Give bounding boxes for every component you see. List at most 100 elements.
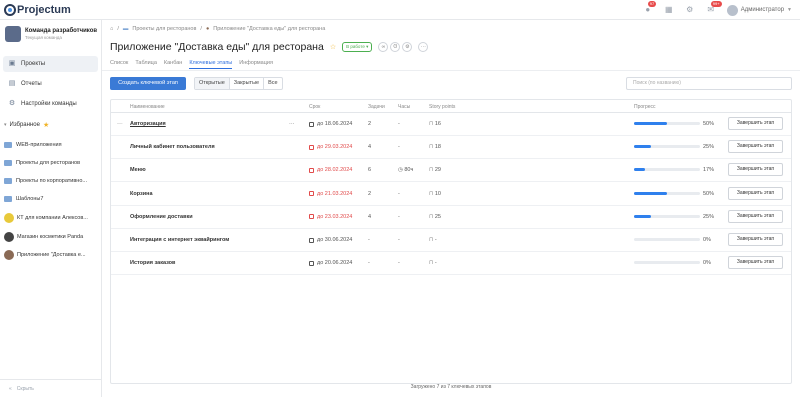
finish-milestone-button[interactable]: Завершить этап [728, 140, 783, 154]
team-avatar [5, 26, 21, 42]
filter-closed[interactable]: Закрытые [230, 78, 265, 89]
finish-milestone-button[interactable]: Завершить этап [728, 209, 783, 223]
progress-bar [634, 168, 700, 172]
favorite-item[interactable]: Приложение "Доставка е... [4, 248, 98, 262]
milestone-name[interactable]: Интеграция с интернет эквайрингом [130, 237, 229, 243]
tab-table[interactable]: Таблица [135, 60, 157, 69]
milestone-name[interactable]: Оформление доставки [130, 214, 193, 220]
filter-all[interactable]: Все [264, 78, 281, 89]
hours: - [398, 260, 400, 267]
hide-sidebar-button[interactable]: « Скрыть [0, 379, 101, 397]
create-milestone-button[interactable]: Создать ключевой этап [110, 77, 186, 90]
header-hours[interactable]: Часы [398, 104, 410, 110]
page-title-row: Приложение "Доставка еды" для ресторана … [110, 41, 429, 53]
project-avatar [4, 250, 14, 260]
finish-milestone-button[interactable]: Завершить этап [728, 117, 783, 130]
hours: ◷ 80ч [398, 167, 414, 174]
story-points: ⊓ 25 [429, 213, 441, 220]
tab-info[interactable]: Информация [239, 60, 273, 69]
table-row[interactable]: Меню до 28.02.2024 6 ◷ 80ч ⊓ 29 17% Завершить … [111, 159, 791, 183]
gear-icon[interactable]: ⚙ [685, 5, 695, 15]
breadcrumb-item[interactable]: Приложение "Доставка еды" для ресторана [213, 26, 325, 32]
page-title: Приложение "Доставка еды" для ресторана [110, 41, 324, 53]
team-name: Команда разработчиков [25, 28, 98, 34]
sidebar: Команда разработчиков Текущая команда ▣ … [0, 20, 102, 397]
folder-icon [4, 178, 12, 184]
deadline[interactable]: до 29.03.2024 [309, 144, 352, 150]
sidebar-item-projects[interactable]: ▣ Проекты [3, 56, 98, 72]
favorite-item[interactable]: Шаблоны7 [4, 192, 98, 206]
calendar-icon [309, 144, 314, 150]
table-row[interactable]: Интеграция с интернет эквайрингом до 30.0… [111, 229, 791, 252]
progress-percent: 17% [703, 167, 715, 174]
progress-percent: 0% [703, 237, 711, 243]
deadline[interactable]: до 23.03.2024 [309, 214, 352, 220]
header-name[interactable]: Наименование [130, 104, 165, 110]
header-story-points[interactable]: Story points [429, 104, 455, 110]
home-icon[interactable]: ⌂ [110, 26, 113, 32]
favorites-header[interactable]: ▾ Избранное ★ [4, 121, 49, 129]
more-icon[interactable]: ··· [289, 121, 295, 127]
header-deadline[interactable]: Срок [309, 104, 320, 110]
progress-bar [634, 145, 700, 149]
table-row[interactable]: Личный кабинет пользователя до 29.03.2024… [111, 136, 791, 160]
table-row[interactable]: История заказов до 20.06.2024 - - ⊓ - 0% Завер… [111, 252, 791, 276]
team-switcher[interactable]: Команда разработчиков Текущая команда [5, 26, 97, 42]
sidebar-item-reports[interactable]: ▤ Отчеты [3, 76, 98, 92]
status-badge[interactable]: В работе ▾ [342, 42, 373, 52]
deadline[interactable]: до 20.06.2024 [309, 260, 352, 266]
filter-open[interactable]: Открытые [195, 78, 230, 89]
deadline[interactable]: до 18.06.2024 [309, 121, 352, 127]
favorite-item[interactable]: WEB-приложения [4, 138, 98, 152]
double-chevron-left-icon: « [9, 385, 12, 392]
app-name: Projectum [17, 4, 71, 16]
milestone-name[interactable]: Корзина [130, 191, 153, 197]
favorite-item[interactable]: КТ для компании Алексов... [4, 211, 98, 225]
sidebar-item-team-settings[interactable]: ⚙ Настройки команды [3, 96, 98, 112]
header-progress[interactable]: Прогресс [634, 104, 656, 110]
link-icon[interactable]: ∞ [378, 42, 389, 52]
finish-milestone-button[interactable]: Завершить этап [728, 256, 783, 270]
favorite-item[interactable]: Проекты для ресторанов [4, 156, 98, 170]
deadline[interactable]: до 21.03.2024 [309, 191, 352, 197]
hours: - [398, 121, 400, 127]
notifications-icon[interactable]: ● 97 [643, 1, 657, 15]
favorite-label: Приложение "Доставка е... [17, 252, 86, 258]
favorite-item[interactable]: Проекты по корпоративно... [4, 174, 98, 188]
logo-icon [4, 4, 16, 16]
more-icon[interactable]: ··· [418, 42, 429, 52]
progress-percent: 25% [703, 213, 715, 220]
milestone-name[interactable]: Личный кабинет пользователя [130, 144, 215, 150]
table-row[interactable]: Корзина до 21.03.2024 2 - ⊓ 10 50% Завершить э… [111, 183, 791, 206]
milestone-name[interactable]: Авторизация [130, 121, 166, 127]
star-icon[interactable]: ☆ [330, 43, 336, 51]
milestone-name[interactable]: Меню [130, 167, 146, 173]
search-input[interactable]: Поиск (по названию) [626, 77, 792, 90]
tab-kanban[interactable]: Канбан [164, 60, 182, 69]
drag-handle-icon[interactable]: — [117, 121, 123, 127]
messages-icon[interactable]: ✉ 99+ [706, 1, 722, 15]
favorite-label: Проекты для ресторанов [16, 160, 81, 166]
table-row[interactable]: — Авторизация ··· до 18.06.2024 2 - ⊓ 16 50% Зав… [111, 113, 791, 136]
breadcrumb-item[interactable]: Проекты для ресторанов [132, 26, 196, 32]
milestone-name[interactable]: История заказов [130, 260, 175, 266]
favorite-item[interactable]: Магазин косметики Panda [4, 230, 98, 244]
header-tasks[interactable]: Задачи [368, 104, 385, 110]
sidebar-item-label: Отчеты [21, 81, 42, 87]
users-icon[interactable]: ʘ [390, 42, 401, 52]
tab-milestones[interactable]: Ключевые этапы [189, 60, 233, 69]
deadline[interactable]: до 28.02.2024 [309, 167, 352, 173]
app-logo[interactable]: Projectum [4, 3, 71, 17]
finish-milestone-button[interactable]: Завершить этап [728, 233, 783, 246]
progress-bar [634, 238, 700, 241]
folder-icon: ▬ [122, 26, 129, 32]
tab-list[interactable]: Список [110, 60, 128, 69]
apps-grid-icon[interactable]: ▦ [664, 5, 674, 15]
user-menu[interactable]: Администратор ▼ [726, 4, 792, 16]
gear-icon: ⚙ [8, 100, 16, 107]
deadline[interactable]: до 30.06.2024 [309, 237, 352, 243]
settings-icon[interactable]: ⚙ [402, 42, 413, 52]
table-row[interactable]: Оформление доставки до 23.03.2024 4 - ⊓ 25 25… [111, 206, 791, 229]
finish-milestone-button[interactable]: Завершить этап [728, 186, 783, 200]
finish-milestone-button[interactable]: Завершить этап [728, 163, 783, 177]
